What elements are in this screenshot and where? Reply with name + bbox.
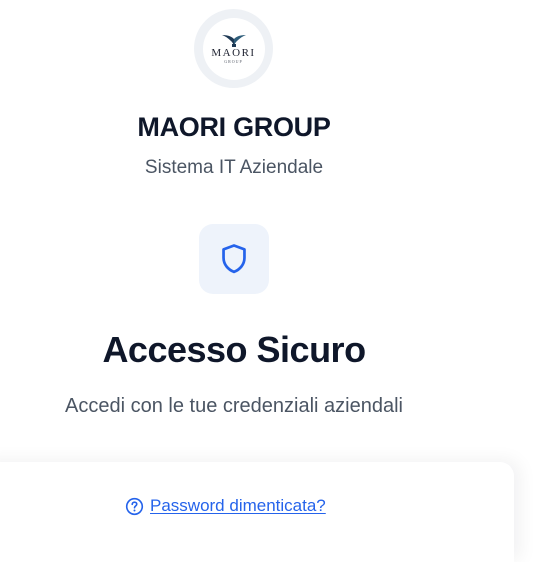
login-page: MAORI GROUP MAORI GROUP Sistema IT Azien… (0, 0, 536, 562)
page-title: Accesso Sicuro (102, 329, 366, 370)
page-subtitle: Accedi con le tue credenziali aziendali (65, 395, 403, 417)
company-logo: MAORI GROUP (194, 9, 273, 88)
logo-badge: MAORI GROUP (202, 17, 265, 80)
whale-tail-icon (221, 35, 246, 47)
logo-wordmark: MAORI (211, 47, 256, 59)
shield-icon (222, 244, 246, 274)
help-circle-icon (125, 497, 144, 515)
security-icon-box (199, 224, 269, 294)
forgot-password-label: Password dimenticata? (150, 496, 326, 515)
company-name: MAORI GROUP (137, 112, 331, 142)
forgot-password-link[interactable]: Password dimenticata? (125, 496, 326, 516)
logo-subtext: GROUP (224, 59, 243, 64)
company-subtitle: Sistema IT Aziendale (144, 157, 324, 178)
